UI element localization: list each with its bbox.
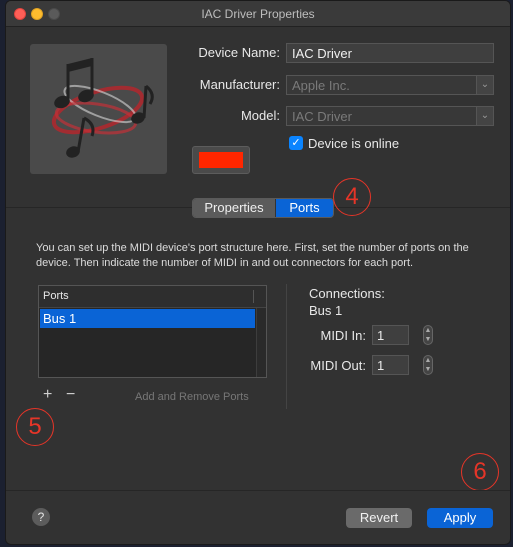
tab-properties[interactable]: Properties <box>193 199 276 217</box>
device-online-checkbox[interactable]: ✓ <box>289 136 303 150</box>
tab-ports[interactable]: Ports <box>276 199 333 217</box>
manufacturer-popup[interactable]: Apple Inc. ⌄ <box>286 75 494 95</box>
title-bar: IAC Driver Properties <box>6 1 510 27</box>
connections-bus-name: Bus 1 <box>309 303 343 318</box>
vertical-separator <box>286 284 287 409</box>
midi-out-stepper[interactable]: ▲ ▼ <box>423 355 433 375</box>
annotation-4: 4 <box>333 178 371 216</box>
ports-table-scrollbar[interactable] <box>256 308 266 377</box>
midi-in-stepper[interactable]: ▲ ▼ <box>423 325 433 345</box>
remove-port-button[interactable]: − <box>66 386 75 404</box>
device-name-label: Device Name: <box>198 45 280 60</box>
annotation-5: 5 <box>16 408 54 446</box>
manufacturer-value: Apple Inc. <box>292 78 350 93</box>
model-popup[interactable]: IAC Driver ⌄ <box>286 106 494 126</box>
add-remove-ports-label: Add and Remove Ports <box>135 391 249 403</box>
column-separator <box>253 290 254 303</box>
chevron-down-icon: ⌄ <box>476 107 493 125</box>
ports-column-header: Ports <box>43 290 69 302</box>
model-label: Model: <box>240 108 280 123</box>
ports-table-header[interactable]: Ports <box>39 286 266 308</box>
chevron-down-icon: ⌄ <box>476 76 493 94</box>
properties-window: IAC Driver Properties Device Name: IAC D… <box>5 0 511 545</box>
annotation-6: 6 <box>461 453 499 491</box>
revert-button[interactable]: Revert <box>346 508 412 528</box>
model-value: IAC Driver <box>292 109 352 124</box>
midi-in-label: MIDI In: <box>320 328 366 343</box>
device-color-well[interactable] <box>192 146 250 174</box>
device-name-field[interactable]: IAC Driver <box>286 43 494 63</box>
tab-control: Properties Ports <box>192 198 334 218</box>
checkmark-icon: ✓ <box>291 137 301 149</box>
device-icon[interactable] <box>30 44 167 174</box>
midi-out-field[interactable]: 1 <box>372 355 409 375</box>
manufacturer-label: Manufacturer: <box>199 77 280 92</box>
ports-table[interactable]: Ports Bus 1 <box>38 285 267 378</box>
device-online-label[interactable]: Device is online <box>308 136 399 151</box>
device-color-swatch <box>199 152 243 168</box>
apply-button[interactable]: Apply <box>427 508 493 528</box>
ports-description: You can set up the MIDI device's port st… <box>36 242 469 269</box>
midi-out-label: MIDI Out: <box>310 358 366 373</box>
help-button[interactable]: ? <box>32 508 50 526</box>
midi-in-field[interactable]: 1 <box>372 325 409 345</box>
table-row[interactable]: Bus 1 <box>40 309 255 328</box>
footer-divider <box>6 490 510 491</box>
connections-title: Connections: <box>309 286 385 301</box>
add-port-button[interactable]: + <box>43 386 52 404</box>
window-title: IAC Driver Properties <box>201 7 315 21</box>
music-notes-icon <box>51 58 154 158</box>
